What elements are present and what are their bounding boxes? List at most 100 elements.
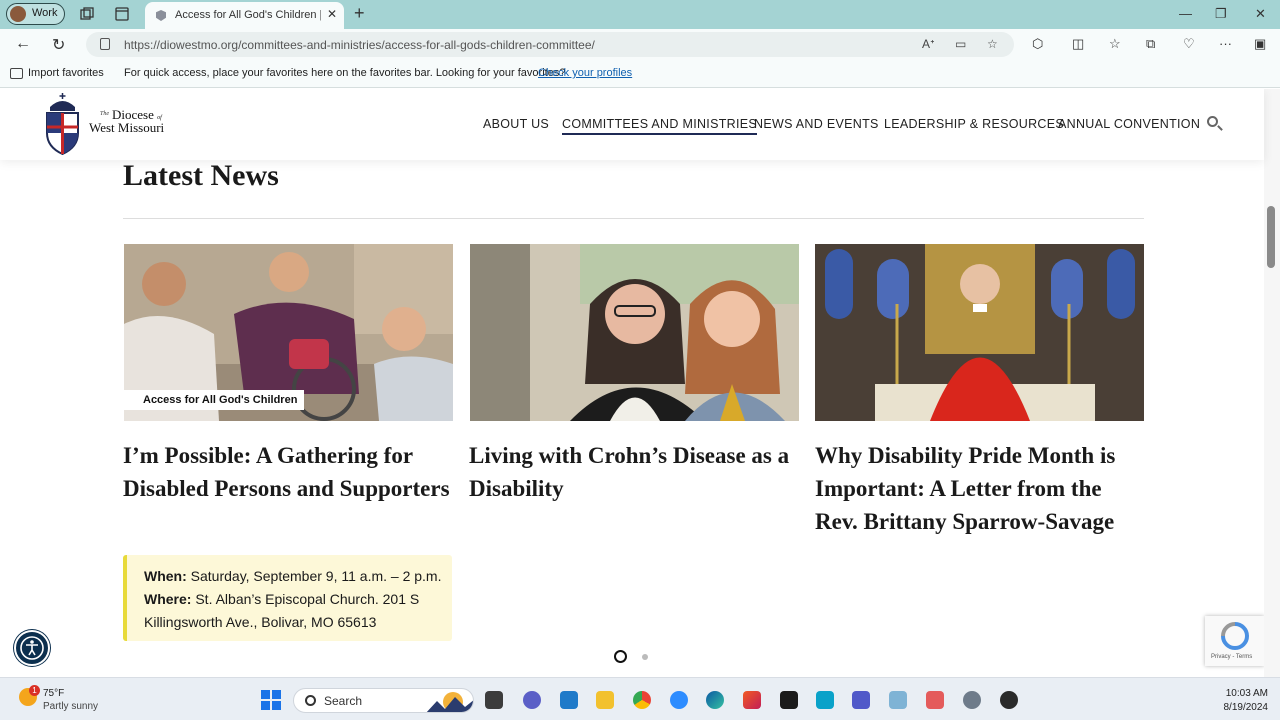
event-where-row: Where: St. Alban’s Episcopal Church. 201… [144,588,452,634]
site-header: The Diocese of West Missouri ABOUT US CO… [0,89,1264,160]
address-toolbar: ← ↻ https://diowestmo.org/committees-and… [0,29,1280,60]
card-3-image[interactable] [815,244,1144,421]
url-text: https://diowestmo.org/committees-and-min… [124,38,595,52]
weather-desc[interactable]: Partly sunny [43,701,98,712]
event-when-row: When: Saturday, September 9, 11 a.m. – 2… [144,565,452,588]
page-viewport: The Diocese of West Missouri ABOUT US CO… [0,89,1280,677]
carousel-dot-1[interactable] [614,650,627,663]
event-where-label: Where: [144,591,192,607]
lock-icon [100,38,110,50]
card-3-photo-illustration [815,244,1144,421]
card-2-image[interactable] [470,244,799,421]
card-2-title[interactable]: Living with Crohn’s Disease as a Disabil… [469,439,799,505]
logo-line2: West Missouri [89,120,165,135]
diocese-crest-logo[interactable] [44,93,81,155]
media-player-icon[interactable] [1000,691,1018,709]
taskbar-time[interactable]: 10:03 AM [1222,688,1268,699]
taskbar-search[interactable]: Search [293,688,474,713]
accessibility-icon [20,636,44,660]
tab-title: Access for All God's Children | Th [175,9,321,21]
collections-icon[interactable]: ⧉ [1146,36,1155,52]
split-screen-icon[interactable]: ◫ [1072,36,1084,52]
profile-label: Work [32,7,58,19]
active-tab[interactable]: Access for All God's Children | Th ✕ [145,2,344,29]
import-favorites-button[interactable]: Import favorites [28,67,104,79]
refresh-icon[interactable]: ↻ [52,35,65,55]
event-when-value: Saturday, September 9, 11 a.m. – 2 p.m. [190,568,442,584]
card-2-photo-illustration [470,244,799,421]
nav-news-and-events[interactable]: NEWS AND EVENTS [754,117,879,131]
address-bar[interactable]: https://diowestmo.org/committees-and-min… [86,32,1014,57]
page-scrollbar[interactable] [1264,89,1280,677]
minimize-icon[interactable]: — [1179,6,1192,21]
read-aloud-icon[interactable]: Aᐩ [922,37,935,51]
photos-icon[interactable] [889,691,907,709]
browser-essentials-icon[interactable]: ♡ [1183,36,1195,52]
recaptcha-icon [1221,622,1249,650]
nav-annual-convention[interactable]: ANNUAL CONVENTION [1058,117,1200,131]
recaptcha-links[interactable]: Privacy - Terms [1211,654,1252,660]
close-tab-icon[interactable]: ✕ [327,7,337,21]
url-path: /committees-and-ministries/access-for-al… [238,38,595,52]
app-icon-sway[interactable] [816,691,834,709]
site-search-icon[interactable] [1207,116,1218,127]
nav-committees-and-ministries[interactable]: COMMITTEES AND MINISTRIES [562,117,758,135]
more-options-icon[interactable]: ··· [1219,36,1232,51]
site-favicon-icon [156,10,166,21]
chrome-icon[interactable] [633,691,651,709]
restore-icon[interactable]: ❐ [1215,6,1227,22]
profile-avatar [10,6,26,22]
weather-temp[interactable]: 75°F [43,688,64,699]
bridge-icon[interactable] [780,691,798,709]
creative-cloud-icon[interactable] [743,691,761,709]
settings-gear-icon[interactable] [963,691,981,709]
accessibility-button[interactable] [14,630,50,666]
card-1-category-tag[interactable]: Access for All God's Children [124,390,304,410]
nav-about-us[interactable]: ABOUT US [483,117,549,131]
sidebar-icon[interactable]: ▣ [1254,36,1266,52]
task-view-icon[interactable] [485,691,503,709]
url-host: https://diowestmo.org [124,38,239,52]
back-icon[interactable]: ← [15,35,31,53]
windows-taskbar: 1 75°F Partly sunny Search 10:03 AM 8/19… [0,677,1280,720]
recaptcha-badge[interactable]: Privacy - Terms [1205,616,1264,666]
check-profiles-link[interactable]: Check your profiles [538,67,632,79]
favorite-star-icon[interactable]: ☆ [987,37,998,51]
zoom-icon[interactable] [670,691,688,709]
close-window-icon[interactable]: ✕ [1255,6,1266,22]
weather-badge: 1 [29,685,40,696]
logo-the: The [100,111,109,117]
search-highlight-icon [426,692,473,712]
teams-icon[interactable] [852,691,870,709]
profile-button[interactable]: Work [6,3,65,25]
tab-actions-icon[interactable] [114,6,130,22]
immersive-reader-icon[interactable]: ▭ [955,37,966,51]
favorites-bar: Import favorites For quick access, place… [0,60,1280,88]
card-1-title[interactable]: I’m Possible: A Gathering for Disabled P… [123,439,453,505]
taskbar-date[interactable]: 8/19/2024 [1214,702,1269,713]
edge-icon[interactable] [706,691,724,709]
new-tab-icon[interactable]: + [354,4,365,22]
carousel-dot-2[interactable] [642,654,648,660]
store-icon[interactable] [560,691,578,709]
start-button[interactable] [261,690,281,710]
scrollbar-thumb[interactable] [1267,206,1275,268]
taskbar-search-label: Search [324,694,363,708]
workspaces-icon[interactable] [79,6,95,22]
snipping-tool-icon[interactable] [926,691,944,709]
favorites-icon[interactable]: ☆ [1109,36,1121,52]
teams-chat-icon[interactable] [523,691,541,709]
browser-tab-bar: Work Access for All God's Children | Th … [0,0,1280,29]
event-when-label: When: [144,568,187,584]
event-details-box: When: Saturday, September 9, 11 a.m. – 2… [123,555,452,641]
card-3-title[interactable]: Why Disability Pride Month is Important:… [815,439,1145,538]
section-divider [123,218,1144,219]
file-explorer-icon[interactable] [596,691,614,709]
windows-logo-icon [261,690,270,699]
favorites-bar-message: For quick access, place your favorites h… [124,67,566,79]
nav-leadership-resources[interactable]: LEADERSHIP & RESOURCES [884,117,1064,131]
import-favorites-icon [10,68,23,79]
extensions-icon[interactable]: ⬡ [1032,36,1043,52]
taskbar-search-icon [305,695,316,706]
section-title: Latest News [123,159,279,192]
